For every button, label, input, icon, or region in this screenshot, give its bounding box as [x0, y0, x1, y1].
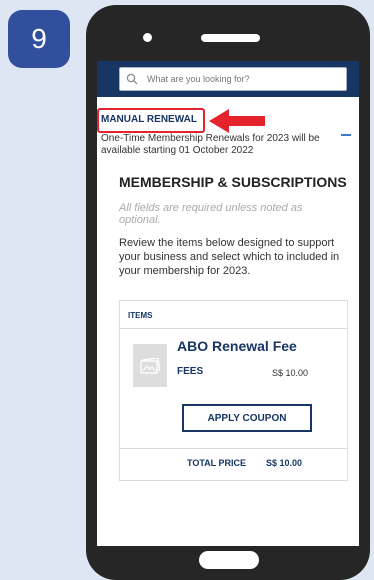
search-placeholder: What are you looking for?	[147, 74, 250, 84]
total-price-value: S$ 10.00	[266, 458, 303, 468]
top-navigation-bar: What are you looking for?	[97, 61, 359, 97]
step-number-badge: 9	[8, 10, 70, 68]
manual-renewal-label[interactable]: MANUAL RENEWAL	[101, 114, 197, 125]
phone-home-button	[199, 551, 259, 569]
renewal-description: One-Time Membership Renewals for 2023 wi…	[101, 133, 320, 156]
product-name: ABO Renewal Fee	[177, 338, 297, 354]
red-arrow-icon	[209, 109, 265, 133]
items-panel: ITEMS ABO Renewal Fee FEES S$ 10.00 APPL…	[119, 300, 348, 481]
fees-value: S$ 10.00	[272, 368, 309, 378]
collapse-minus-icon[interactable]	[341, 134, 351, 136]
review-instructions: Review the items below designed to suppo…	[119, 237, 340, 277]
apply-coupon-button[interactable]: APPLY COUPON	[182, 404, 312, 432]
search-icon	[126, 73, 138, 85]
page-title: MEMBERSHIP & SUBSCRIPTIONS	[119, 174, 347, 190]
phone-camera	[143, 33, 152, 42]
optional-note: All fields are required unless noted as …	[119, 202, 303, 226]
search-input[interactable]: What are you looking for?	[119, 67, 347, 91]
fees-label: FEES	[177, 366, 204, 377]
product-image	[133, 344, 167, 387]
total-price-label: TOTAL PRICE	[187, 458, 247, 468]
image-placeholder-icon	[140, 357, 160, 374]
phone-screen: What are you looking for? MANUAL RENEWAL…	[97, 61, 359, 546]
phone-frame: What are you looking for? MANUAL RENEWAL…	[86, 5, 370, 580]
total-divider	[120, 448, 347, 449]
items-header: ITEMS	[120, 301, 347, 329]
phone-speaker	[201, 34, 260, 42]
